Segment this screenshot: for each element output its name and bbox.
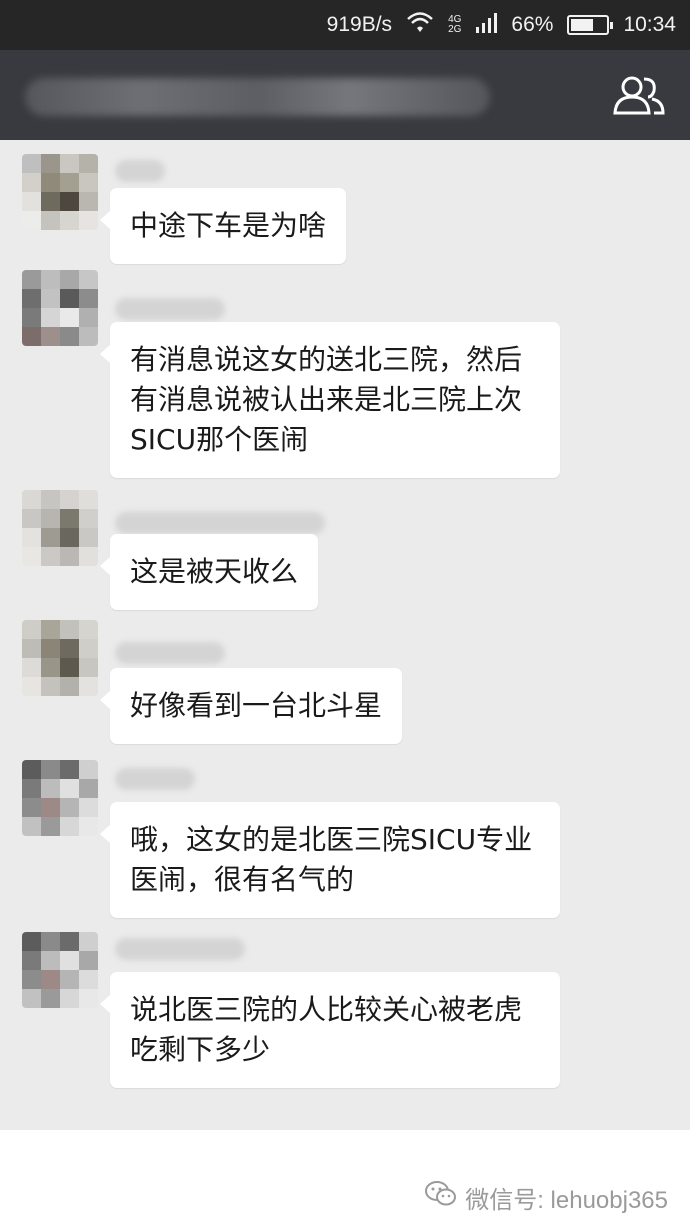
wechat-icon	[425, 1181, 457, 1214]
blurred-sender-name	[115, 768, 195, 790]
blurred-sender-name	[115, 938, 245, 960]
wifi-icon	[406, 11, 434, 39]
signal-icon	[475, 12, 498, 38]
message-bubble[interactable]: 中途下车是为啥	[99, 188, 347, 264]
watermark: 微信号: lehuobj365	[425, 1180, 668, 1215]
blurred-sender-name	[115, 298, 225, 320]
battery-icon	[567, 15, 614, 35]
group-members-icon[interactable]	[612, 75, 666, 115]
chat-title-bar	[0, 50, 690, 140]
watermark-text: 微信号: lehuobj365	[465, 1187, 668, 1214]
blurred-avatar	[22, 932, 98, 1008]
message-bubble[interactable]: 好像看到一台北斗星	[99, 668, 403, 744]
blurred-avatar	[22, 620, 98, 696]
blurred-chat-title	[25, 78, 490, 116]
message-bubble[interactable]: 这是被天收么	[99, 534, 319, 610]
network-speed: 919B/s	[326, 13, 393, 36]
battery-percent: 66%	[511, 13, 554, 36]
blurred-sender-name	[115, 512, 325, 534]
blurred-sender-name	[115, 642, 225, 664]
chat-message-list[interactable]: 中途下车是为啥 有消息说这女的送北三院，然后有消息说被认出来是北三院上次SICU…	[0, 140, 690, 1130]
blurred-avatar	[22, 270, 98, 346]
message-bubble[interactable]: 说北医三院的人比较关心被老虎吃剩下多少	[100, 972, 560, 1088]
clock: 10:34	[623, 13, 676, 36]
blurred-sender-name	[115, 160, 165, 182]
blurred-avatar	[22, 760, 98, 836]
blurred-avatar	[22, 154, 98, 230]
message-bubble[interactable]: 有消息说这女的送北三院，然后有消息说被认出来是北三院上次SICU那个医闹	[100, 322, 560, 478]
network-type-icon: 4G 2G	[448, 14, 462, 35]
watermark-area: 微信号: lehuobj365	[0, 1130, 690, 1227]
status-bar: 919B/s 4G 2G 66% 10:34	[0, 0, 690, 50]
message-bubble[interactable]: 哦，这女的是北医三院SICU专业医闹，很有名气的	[100, 802, 560, 918]
blurred-avatar	[22, 490, 98, 566]
